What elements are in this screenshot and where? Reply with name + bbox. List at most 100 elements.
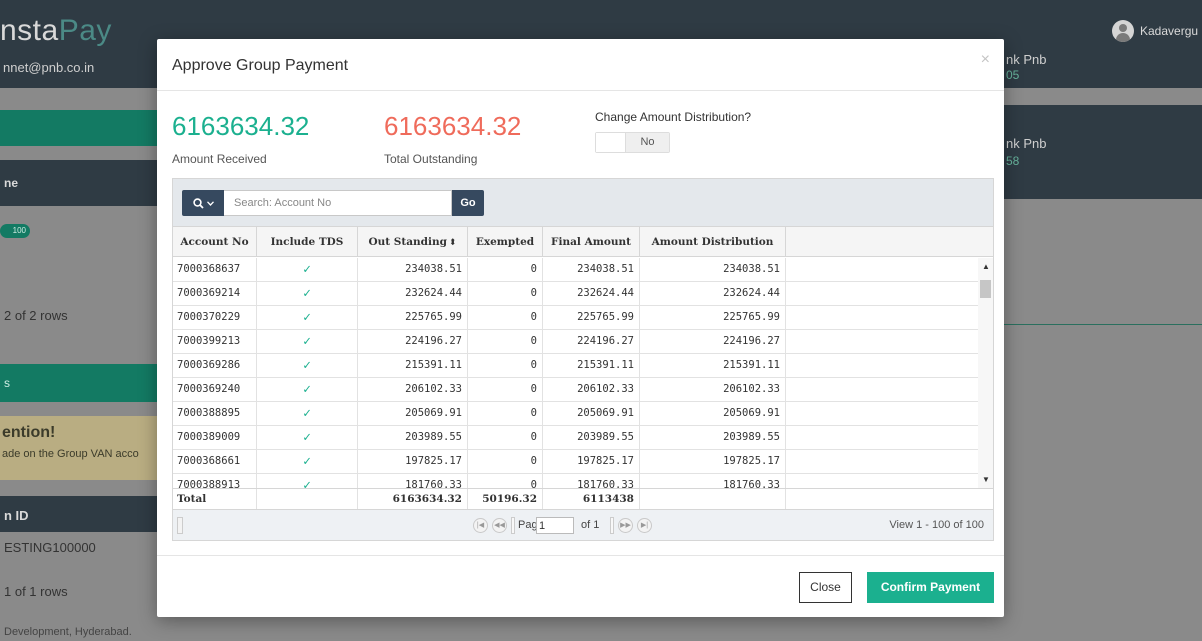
change-distribution-toggle[interactable]: No bbox=[595, 132, 670, 153]
pager-separator bbox=[610, 517, 614, 534]
left-green-header bbox=[0, 110, 157, 146]
cell-outstanding: 234038.51 bbox=[358, 258, 468, 282]
total-outstanding-label: Total Outstanding bbox=[384, 152, 478, 166]
table-row[interactable]: 7000368637 ✓ 234038.51 0 234038.51 23403… bbox=[173, 258, 978, 282]
col-amount-distribution[interactable]: Amount Distribution bbox=[640, 227, 786, 257]
page-number-input[interactable] bbox=[536, 517, 574, 534]
vertical-scrollbar[interactable]: ▲ ▼ bbox=[978, 258, 993, 488]
table-row[interactable]: 7000368661 ✓ 197825.17 0 197825.17 19782… bbox=[173, 450, 978, 474]
right-bank-code: 58 bbox=[1006, 154, 1020, 168]
cell-exempted: 0 bbox=[468, 330, 543, 354]
tds-check-icon[interactable]: ✓ bbox=[257, 282, 358, 306]
user-menu[interactable]: Kadavergu bbox=[1112, 20, 1198, 42]
modal-title: Approve Group Payment bbox=[172, 57, 349, 74]
grid-pager: |◀ ◀◀ Page of 1 ▶▶ ▶| View 1 - 100 of 10… bbox=[173, 509, 993, 540]
table-row[interactable]: 7000388913 ✓ 181760.33 0 181760.33 18176… bbox=[173, 474, 978, 488]
tds-check-icon[interactable]: ✓ bbox=[257, 426, 358, 450]
cell-final: 181760.33 bbox=[543, 474, 640, 488]
tds-check-icon[interactable]: ✓ bbox=[257, 378, 358, 402]
cell-distribution[interactable]: 234038.51 bbox=[640, 258, 786, 282]
col-exempted[interactable]: Exempted bbox=[468, 227, 543, 257]
bank-code-top: 05 bbox=[1006, 68, 1020, 82]
cell-exempted: 0 bbox=[468, 450, 543, 474]
table-row[interactable]: 7000370229 ✓ 225765.99 0 225765.99 22576… bbox=[173, 306, 978, 330]
cell-account: 7000389009 bbox=[173, 426, 257, 450]
tds-check-icon[interactable]: ✓ bbox=[257, 354, 358, 378]
table-footer-totals: Total 6163634.32 50196.32 6113438 bbox=[173, 488, 993, 509]
col-account-no[interactable]: Account No bbox=[173, 227, 257, 257]
view-records-text: View 1 - 100 of 100 bbox=[889, 519, 984, 531]
table-row[interactable]: 7000369240 ✓ 206102.33 0 206102.33 20610… bbox=[173, 378, 978, 402]
cell-exempted: 0 bbox=[468, 258, 543, 282]
cell-distribution[interactable]: 206102.33 bbox=[640, 378, 786, 402]
modal-header: Approve Group Payment × bbox=[157, 39, 1004, 91]
col-outstanding[interactable]: Out Standing ⬍ bbox=[358, 227, 468, 257]
tds-check-icon[interactable]: ✓ bbox=[257, 330, 358, 354]
scroll-thumb[interactable] bbox=[980, 280, 991, 298]
table-row[interactable]: 7000369214 ✓ 232624.44 0 232624.44 23262… bbox=[173, 282, 978, 306]
next-page-icon[interactable]: ▶▶ bbox=[618, 518, 633, 533]
table-row[interactable]: 7000389009 ✓ 203989.55 0 203989.55 20398… bbox=[173, 426, 978, 450]
right-bank-name: nk Pnb bbox=[1006, 136, 1047, 151]
cell-account: 7000369240 bbox=[173, 378, 257, 402]
first-page-icon[interactable]: |◀ bbox=[473, 518, 488, 533]
table-row[interactable]: 7000399213 ✓ 224196.27 0 224196.27 22419… bbox=[173, 330, 978, 354]
attention-title: ention! bbox=[2, 424, 56, 441]
user-name: Kadavergu bbox=[1140, 24, 1199, 38]
cell-exempted: 0 bbox=[468, 306, 543, 330]
col-final-amount[interactable]: Final Amount bbox=[543, 227, 640, 257]
cell-distribution[interactable]: 215391.11 bbox=[640, 354, 786, 378]
last-page-icon[interactable]: ▶| bbox=[637, 518, 652, 533]
close-button[interactable]: Close bbox=[799, 572, 852, 603]
grid-toolbar: Go bbox=[173, 179, 993, 227]
table-row[interactable]: 7000388895 ✓ 205069.91 0 205069.91 20506… bbox=[173, 402, 978, 426]
cell-distribution[interactable]: 181760.33 bbox=[640, 474, 786, 488]
scroll-up-icon[interactable]: ▲ bbox=[982, 262, 990, 271]
cell-outstanding: 225765.99 bbox=[358, 306, 468, 330]
tds-check-icon[interactable]: ✓ bbox=[257, 258, 358, 282]
cell-final: 232624.44 bbox=[543, 282, 640, 306]
scroll-down-icon[interactable]: ▼ bbox=[982, 475, 990, 484]
search-input[interactable] bbox=[224, 190, 452, 216]
cell-distribution[interactable]: 205069.91 bbox=[640, 402, 786, 426]
tds-check-icon[interactable]: ✓ bbox=[257, 474, 358, 488]
cell-account: 7000368661 bbox=[173, 450, 257, 474]
total-dist-empty bbox=[640, 489, 786, 509]
change-distribution-label: Change Amount Distribution? bbox=[595, 110, 752, 124]
tds-check-icon[interactable]: ✓ bbox=[257, 450, 358, 474]
confirm-payment-button[interactable]: Confirm Payment bbox=[867, 572, 994, 603]
tds-check-icon[interactable]: ✓ bbox=[257, 402, 358, 426]
chevron-down-icon bbox=[206, 200, 214, 206]
col-include-tds[interactable]: Include TDS bbox=[257, 227, 358, 257]
col-outstanding-label: Out Standing bbox=[368, 236, 447, 248]
id-value: ESTING100000 bbox=[4, 540, 96, 555]
cell-outstanding: 203989.55 bbox=[358, 426, 468, 450]
cell-final: 197825.17 bbox=[543, 450, 640, 474]
total-exempted: 50196.32 bbox=[468, 489, 543, 509]
cell-distribution[interactable]: 197825.17 bbox=[640, 450, 786, 474]
cell-distribution[interactable]: 224196.27 bbox=[640, 330, 786, 354]
tds-check-icon[interactable]: ✓ bbox=[257, 306, 358, 330]
cell-distribution[interactable]: 232624.44 bbox=[640, 282, 786, 306]
cell-account: 7000388913 bbox=[173, 474, 257, 488]
prev-page-icon[interactable]: ◀◀ bbox=[492, 518, 507, 533]
cell-final: 203989.55 bbox=[543, 426, 640, 450]
pager-left-handle bbox=[177, 517, 183, 534]
modal-close-icon[interactable]: × bbox=[981, 51, 990, 69]
cell-distribution[interactable]: 203989.55 bbox=[640, 426, 786, 450]
left-panel: ne 100 2 of 2 rows s ention! ade on the … bbox=[0, 88, 157, 641]
cell-outstanding: 232624.44 bbox=[358, 282, 468, 306]
cell-account: 7000369286 bbox=[173, 354, 257, 378]
left-section-header: s bbox=[0, 364, 157, 402]
cell-distribution[interactable]: 225765.99 bbox=[640, 306, 786, 330]
cell-exempted: 0 bbox=[468, 282, 543, 306]
search-go-button[interactable]: Go bbox=[452, 190, 484, 216]
cell-exempted: 0 bbox=[468, 426, 543, 450]
table-row[interactable]: 7000369286 ✓ 215391.11 0 215391.11 21539… bbox=[173, 354, 978, 378]
cell-exempted: 0 bbox=[468, 402, 543, 426]
cell-account: 7000368637 bbox=[173, 258, 257, 282]
search-field-dropdown[interactable] bbox=[182, 190, 224, 216]
left-table-header: ne bbox=[0, 160, 157, 206]
cell-final: 206102.33 bbox=[543, 378, 640, 402]
toggle-value: No bbox=[626, 133, 669, 152]
